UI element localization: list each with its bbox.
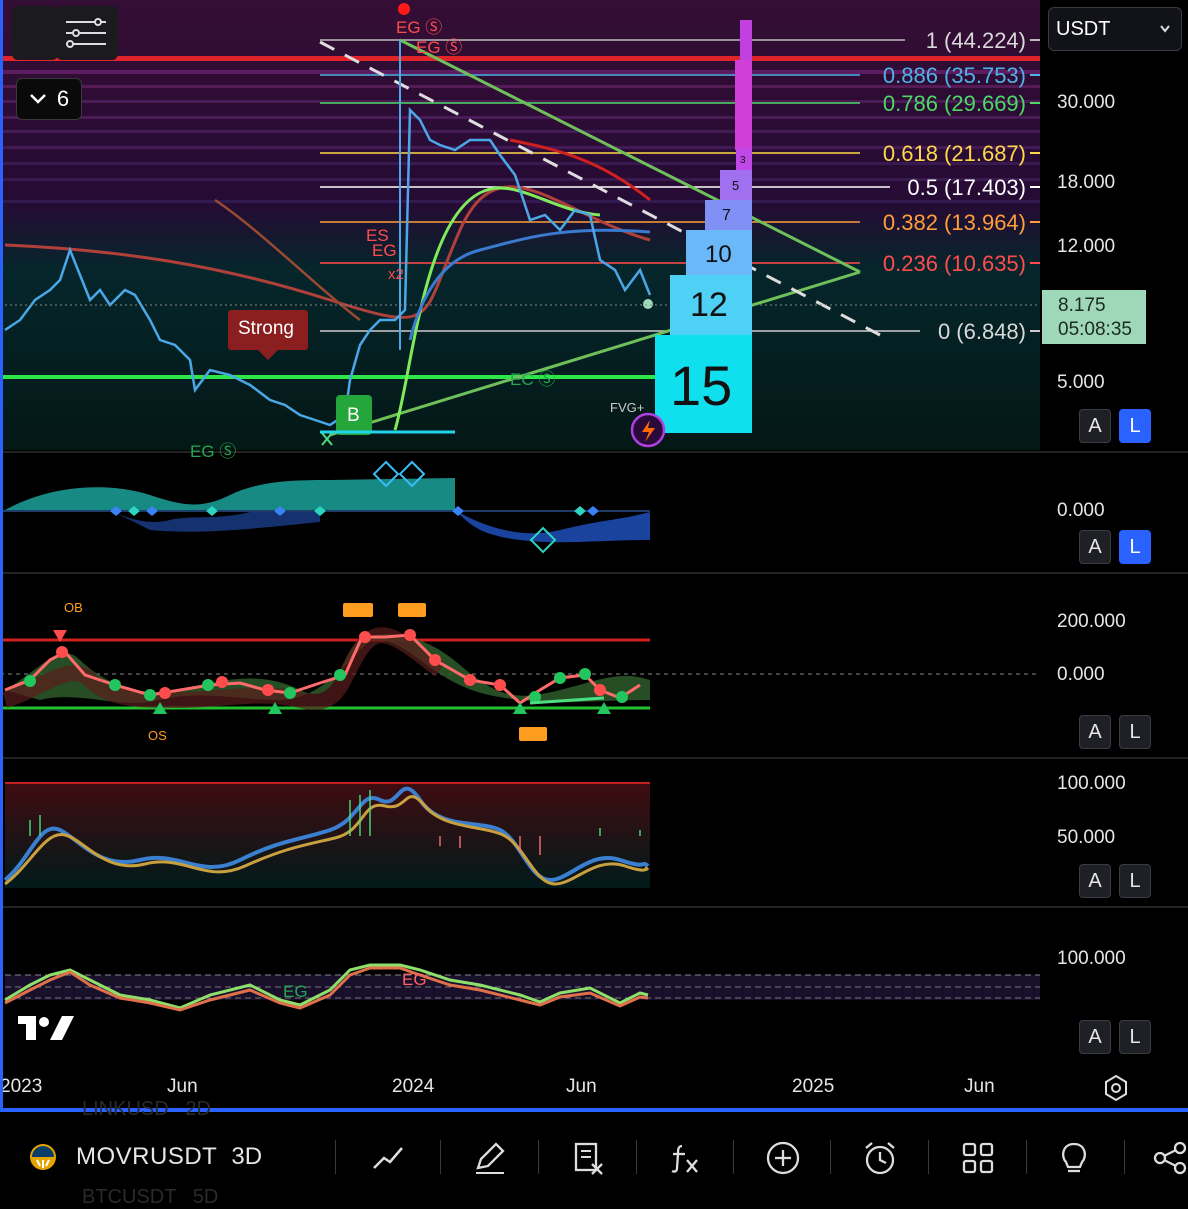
add-plus-icon[interactable] xyxy=(763,1138,803,1178)
alarm-clock-icon[interactable] xyxy=(860,1138,900,1178)
eg-label: EG xyxy=(402,970,427,989)
symbol-name: MOVRUSDT xyxy=(76,1143,218,1170)
log-scale-button[interactable]: L xyxy=(1119,409,1151,443)
focus-border-left xyxy=(0,0,3,1110)
time-axis-label: 2024 xyxy=(392,1076,435,1097)
auto-scale-button[interactable]: A xyxy=(1079,530,1111,564)
pane2-oscillator xyxy=(0,460,650,554)
fib-level-0618: 0.618 (21.687) xyxy=(882,141,1026,166)
toolbar-divider xyxy=(636,1140,637,1174)
chart-settings-button[interactable] xyxy=(56,6,118,60)
lightbulb-icon[interactable] xyxy=(1054,1138,1094,1178)
ob-marker: OB xyxy=(64,600,83,615)
pane3-axis-label: 200.000 xyxy=(1057,611,1126,632)
vp-label-15: 15 xyxy=(670,354,732,417)
pane5-axis-label: 100.000 xyxy=(1057,948,1126,969)
drag-handle[interactable] xyxy=(12,6,58,60)
chart-frame[interactable]: 15 12 10 7 5 3 6 USDT 30.000 18.000 12.0… xyxy=(0,0,1188,1108)
pencil-icon[interactable] xyxy=(470,1138,510,1178)
toolbar-divider xyxy=(335,1140,336,1174)
interval-label: 3D xyxy=(231,1143,263,1170)
time-axis-label: 2023 xyxy=(0,1076,43,1097)
fib-level-0236: 0.236 (10.635) xyxy=(882,251,1026,276)
auto-scale-button[interactable]: A xyxy=(1079,864,1111,898)
ec-label: EC Ⓢ xyxy=(510,370,556,389)
share-icon[interactable] xyxy=(1150,1138,1188,1178)
strong-label: Strong xyxy=(238,318,294,339)
symbol-button[interactable]: MOVRUSDT 3D xyxy=(28,1140,262,1174)
trend-line-icon[interactable] xyxy=(368,1138,408,1178)
time-axis-label: 2025 xyxy=(792,1076,835,1097)
fvg-label: FVG+ xyxy=(610,400,645,415)
pane2-axis-label: 0.000 xyxy=(1057,500,1105,521)
auto-scale-button[interactable]: A xyxy=(1079,1020,1111,1054)
currency-select[interactable]: USDT xyxy=(1048,7,1182,51)
price-axis-label: 30.000 xyxy=(1057,92,1116,113)
pane4-rsi xyxy=(3,782,650,888)
fib-level-1: 1 (44.224) xyxy=(925,28,1026,53)
layout-grid-icon[interactable] xyxy=(958,1138,998,1178)
candle-countdown: 05:08:35 xyxy=(1058,319,1132,340)
eg-label: EG xyxy=(283,982,308,1001)
eg-label: EG Ⓢ xyxy=(416,38,463,57)
current-price-badge: 8.175 05:08:35 xyxy=(1042,290,1146,344)
fib-level-0382: 0.382 (13.964) xyxy=(882,210,1026,235)
indicator-collapse-button[interactable]: 6 xyxy=(16,78,82,120)
toolbar-divider xyxy=(1124,1140,1125,1174)
current-price: 8.175 xyxy=(1058,295,1106,316)
auto-scale-button[interactable]: A xyxy=(1079,409,1111,443)
pane4-axis-label: 50.000 xyxy=(1057,827,1116,848)
chevron-down-icon xyxy=(1160,25,1170,33)
last-price-dot xyxy=(643,299,653,309)
log-scale-button[interactable]: L xyxy=(1119,1020,1151,1054)
fib-level-05: 0.5 (17.403) xyxy=(907,175,1026,200)
price-axis-label: 18.000 xyxy=(1057,172,1116,193)
sliders-icon xyxy=(66,18,106,48)
tradingview-logo xyxy=(18,1016,74,1040)
buy-signal-label: B xyxy=(347,405,360,426)
pane3-momentum xyxy=(0,603,1040,741)
fib-level-0886: 0.886 (35.753) xyxy=(882,63,1026,88)
fib-level-0786: 0.786 (29.669) xyxy=(882,91,1026,116)
indicator-count: 6 xyxy=(56,86,70,111)
os-marker: OS xyxy=(148,728,167,743)
toolbar-divider xyxy=(830,1140,831,1174)
vp-label-7: 7 xyxy=(722,207,731,224)
red-resistance-line xyxy=(0,56,1040,61)
toolbar-divider xyxy=(538,1140,539,1174)
vp-label-10: 10 xyxy=(705,241,732,268)
log-scale-button[interactable]: L xyxy=(1119,864,1151,898)
vp-label-12: 12 xyxy=(690,286,728,324)
vp-label-3: 3 xyxy=(740,155,746,166)
pane3-axis-label: 0.000 xyxy=(1057,664,1105,685)
auto-scale-button[interactable]: A xyxy=(1079,715,1111,749)
currency-value: USDT xyxy=(1056,17,1111,40)
toolbar-divider xyxy=(440,1140,441,1174)
price-axis-label: 5.000 xyxy=(1057,372,1105,393)
chevron-down-icon xyxy=(29,94,46,104)
pane4-axis-label: 100.000 xyxy=(1057,773,1126,794)
pane5-stoch xyxy=(4,963,1040,1012)
vp-label-5: 5 xyxy=(732,178,739,193)
eg-label: EG xyxy=(372,241,397,260)
price-axis-label: 12.000 xyxy=(1057,236,1116,257)
x2-label: x2 xyxy=(388,266,404,283)
coin-logo-icon xyxy=(30,1144,56,1170)
log-scale-button[interactable]: L xyxy=(1119,715,1151,749)
time-axis-label: Jun xyxy=(964,1076,995,1097)
ghost-symbol-below: BTCUSDT 5D xyxy=(82,1186,219,1208)
eg-label: EG Ⓢ xyxy=(190,442,237,461)
fib-level-0: 0 (6.848) xyxy=(937,319,1026,344)
indicators-fx-icon[interactable] xyxy=(664,1138,704,1178)
toolbar-divider xyxy=(1026,1140,1027,1174)
log-scale-button[interactable]: L xyxy=(1119,530,1151,564)
toolbar-divider xyxy=(928,1140,929,1174)
time-axis-label: Jun xyxy=(566,1076,597,1097)
remove-drawings-icon[interactable] xyxy=(568,1138,608,1178)
ghost-symbol-above: LINKUSD 2D xyxy=(82,1098,211,1120)
toolbar-divider xyxy=(733,1140,734,1174)
time-axis-label: Jun xyxy=(167,1076,198,1097)
green-support-line xyxy=(0,375,655,379)
gear-icon[interactable] xyxy=(1102,1074,1130,1102)
